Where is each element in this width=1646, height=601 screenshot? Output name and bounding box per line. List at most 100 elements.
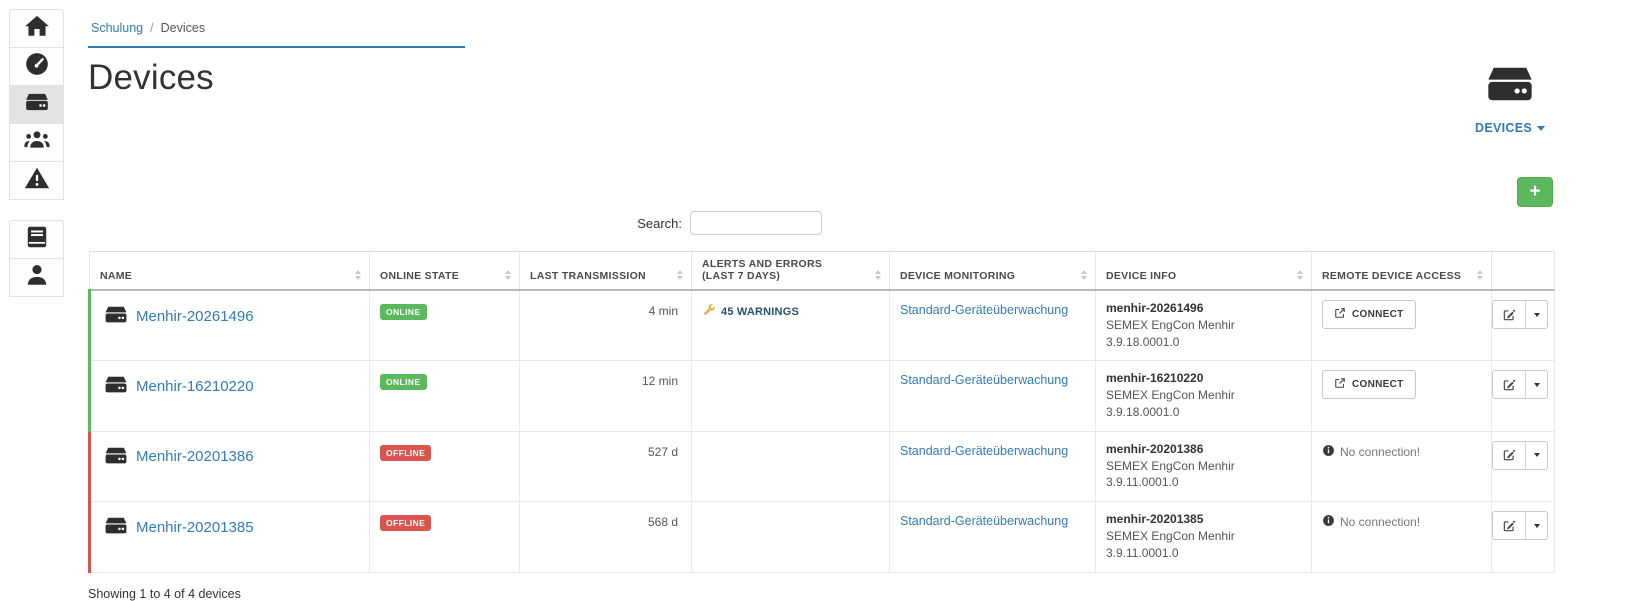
column-header-device-monitoring-label: DEVICE MONITORING	[900, 270, 1015, 282]
column-header-device-info-label: DEVICE INFO	[1106, 270, 1176, 282]
status-badge: ONLINE	[380, 304, 427, 320]
device-name-link[interactable]: Menhir-20201386	[136, 448, 254, 465]
breadcrumb-separator: /	[150, 21, 153, 35]
alerts-icon	[24, 165, 50, 196]
sidebar-item-users[interactable]	[9, 123, 64, 162]
edit-button[interactable]	[1493, 442, 1525, 469]
main-content: Schulung / Devices Devices DEVICES + Searc…	[88, 14, 1553, 601]
status-badge: ONLINE	[380, 374, 427, 390]
devices-dropdown-label[interactable]: DEVICES	[1475, 121, 1545, 135]
sort-icon	[355, 270, 361, 282]
device-monitoring-link[interactable]: Standard-Geräteüberwachung	[900, 373, 1068, 387]
device-monitoring-link[interactable]: Standard-Geräteüberwachung	[900, 303, 1068, 317]
device-info-product: SEMEX EngCon Menhir	[1106, 317, 1301, 334]
device-info-version: 3.9.11.0001.0	[1106, 545, 1301, 562]
breadcrumb-current: Devices	[161, 21, 205, 35]
sidebar	[9, 9, 65, 297]
connect-button-label: CONNECT	[1352, 309, 1404, 320]
users-icon	[24, 127, 50, 158]
handbook-icon	[24, 224, 50, 255]
row-dropdown-button[interactable]	[1525, 301, 1547, 328]
column-header-last-transmission[interactable]: LAST TRANSMISSION	[520, 252, 692, 291]
sidebar-item-alerts[interactable]	[9, 161, 64, 200]
sidebar-item-home[interactable]	[9, 9, 64, 48]
chevron-down-icon	[1537, 126, 1545, 131]
last-transmission-value: 568 d	[520, 502, 692, 572]
devices-icon	[24, 89, 50, 120]
table-row: Menhir-16210220 ONLINE 12 min Standard-G…	[90, 361, 1555, 431]
add-device-button[interactable]: +	[1517, 177, 1553, 207]
device-info-hostname: menhir-16210220	[1106, 370, 1301, 387]
column-header-actions	[1492, 252, 1555, 291]
device-info-hostname: menhir-20261496	[1106, 300, 1301, 317]
edit-button[interactable]	[1493, 301, 1525, 328]
row-dropdown-button[interactable]	[1525, 442, 1547, 469]
column-header-device-monitoring[interactable]: DEVICE MONITORING	[890, 252, 1096, 291]
column-header-online-state[interactable]: ONLINE STATE	[370, 252, 520, 291]
sort-icon	[1477, 270, 1483, 282]
sort-icon	[1297, 270, 1303, 282]
device-icon	[101, 513, 131, 541]
sidebar-item-devices[interactable]	[9, 85, 64, 124]
device-info-version: 3.9.18.0001.0	[1106, 334, 1301, 351]
device-name-link[interactable]: Menhir-20261496	[136, 308, 254, 325]
column-header-name-label: NAME	[100, 270, 132, 282]
sidebar-item-account[interactable]	[9, 258, 64, 297]
column-header-remote-access[interactable]: REMOTE DEVICE ACCESS	[1312, 252, 1492, 291]
table-row: Menhir-20261496 ONLINE 4 min 45 WARNINGS…	[90, 290, 1555, 361]
last-transmission-value: 12 min	[520, 361, 692, 431]
connect-button-label: CONNECT	[1352, 379, 1404, 390]
add-row: +	[88, 177, 1553, 207]
sort-icon	[875, 270, 881, 282]
title-row: Devices DEVICES	[88, 58, 1553, 135]
chevron-down-icon	[1534, 313, 1540, 317]
row-action-group	[1492, 441, 1548, 470]
breadcrumb-link-schulung[interactable]: Schulung	[91, 21, 143, 35]
status-badge: OFFLINE	[380, 515, 431, 531]
column-header-device-info[interactable]: DEVICE INFO	[1096, 252, 1312, 291]
devices-dropdown[interactable]: DEVICES	[1475, 58, 1545, 135]
connect-button[interactable]: CONNECT	[1322, 300, 1416, 329]
row-action-group	[1492, 300, 1548, 329]
table-header-row: NAME ONLINE STATE LAST TRANSMISSION ALER…	[90, 252, 1555, 291]
connect-icon	[1334, 377, 1346, 392]
column-header-alerts[interactable]: ALERTS AND ERRORS(LAST 7 DAYS)	[692, 252, 890, 291]
connect-button[interactable]: CONNECT	[1322, 370, 1416, 399]
warnings-link[interactable]: 45 WARNINGS	[721, 306, 799, 318]
device-monitoring-link[interactable]: Standard-Geräteüberwachung	[900, 514, 1068, 528]
device-info-hostname: menhir-20201386	[1106, 441, 1301, 458]
table-row: Menhir-20201385 OFFLINE 568 d Standard-G…	[90, 502, 1555, 572]
wrench-warning-icon	[702, 303, 716, 320]
device-info-product: SEMEX EngCon Menhir	[1106, 458, 1301, 475]
info-circle-icon	[1322, 444, 1335, 460]
table-summary: Showing 1 to 4 of 4 devices	[88, 587, 1553, 601]
device-icon	[101, 302, 131, 330]
chevron-down-icon	[1534, 453, 1540, 457]
no-connection-label: No connection!	[1340, 515, 1420, 529]
row-dropdown-button[interactable]	[1525, 371, 1547, 398]
last-transmission-value: 4 min	[520, 290, 692, 361]
edit-button[interactable]	[1493, 512, 1525, 539]
device-name-link[interactable]: Menhir-16210220	[136, 378, 254, 395]
row-action-group	[1492, 511, 1548, 540]
sidebar-item-handbook[interactable]	[9, 220, 64, 259]
sort-icon	[1081, 270, 1087, 282]
device-info-product: SEMEX EngCon Menhir	[1106, 528, 1301, 545]
chevron-down-icon	[1534, 383, 1540, 387]
edit-button[interactable]	[1493, 371, 1525, 398]
row-dropdown-button[interactable]	[1525, 512, 1547, 539]
breadcrumb: Schulung / Devices	[88, 14, 465, 48]
device-info-version: 3.9.18.0001.0	[1106, 404, 1301, 421]
device-info-hostname: menhir-20201385	[1106, 511, 1301, 528]
no-connection-label: No connection!	[1340, 445, 1420, 459]
device-monitoring-link[interactable]: Standard-Geräteüberwachung	[900, 444, 1068, 458]
search-label: Search:	[637, 216, 682, 231]
search-input[interactable]	[690, 211, 822, 235]
device-name-link[interactable]: Menhir-20201385	[136, 519, 254, 536]
sort-icon	[677, 270, 683, 282]
column-header-name[interactable]: NAME	[90, 252, 370, 291]
sidebar-item-dashboard[interactable]	[9, 47, 64, 86]
page-title: Devices	[88, 58, 214, 98]
column-header-alerts-label: ALERTS AND ERRORS(LAST 7 DAYS)	[702, 258, 822, 282]
connect-icon	[1334, 307, 1346, 322]
